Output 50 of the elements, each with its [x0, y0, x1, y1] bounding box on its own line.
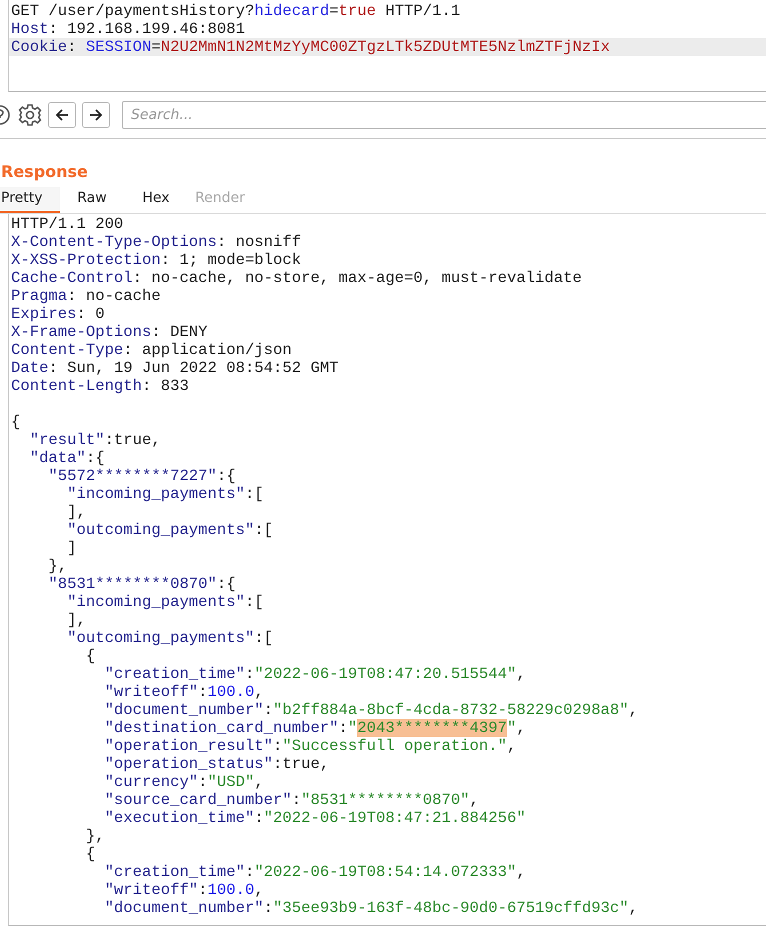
code-line: "creation_time":"2022-06-19T08:54:14.072333",	[104, 863, 527, 881]
code-line: "source_card_number":"8531********0870",	[104, 791, 480, 809]
search-field[interactable]: Search...	[122, 101, 766, 129]
code-line: "document_number":"b2ff884a-8bcf-4cda-8732-58229c0298a8",	[104, 701, 639, 719]
code-line: "8531********0870":{	[47, 575, 237, 593]
code-line: "incoming_payments":[	[66, 593, 265, 611]
code-line: "operation_result":"Successfull operation.",	[104, 737, 518, 755]
code-line: "writeoff":100.0,	[104, 881, 265, 899]
code-line: "document_number":"35ee93b9-163f-48bc-90d0-67519cffd93c",	[104, 899, 639, 917]
code-line: {	[10, 413, 22, 431]
code-line: Content-Type: application/json	[10, 341, 293, 359]
code-line: "incoming_payments":[	[66, 485, 265, 503]
view-tab[interactable]: Raw	[60, 187, 124, 213]
code-line: "destination_card_number":"2043********4397",	[104, 719, 527, 737]
code-line: Pragma: no-cache	[10, 287, 162, 305]
code-line: "currency":"USD",	[104, 773, 265, 791]
right-arrow-icon	[89, 108, 103, 122]
settings-icon[interactable]	[18, 103, 42, 127]
code-line: Host: 192.168.199.46:8081	[10, 20, 246, 38]
code-line: "data":{	[28, 449, 106, 467]
code-line: ],	[66, 503, 87, 521]
code-line: Cache-Control: no-cache, no-store, max-age=0, must-revalidate	[10, 269, 583, 287]
code-line: "writeoff":100.0,	[104, 683, 265, 701]
code-line: {	[84, 647, 96, 665]
code-line: "creation_time":"2022-06-19T08:47:20.515544",	[104, 665, 527, 683]
code-line: "result":true,	[28, 431, 162, 449]
back-button[interactable]	[48, 102, 76, 128]
code-line: "5572********7227":{	[47, 467, 237, 485]
code-line: X-Frame-Options: DENY	[10, 323, 209, 341]
code-line: Date: Sun, 19 Jun 2022 08:54:52 GMT	[10, 359, 340, 377]
code-line: "execution_time":"2022-06-19T08:47:21.884256"	[104, 809, 527, 827]
code-line: ]	[66, 539, 78, 557]
code-line: X-XSS-Protection: 1; mode=block	[10, 251, 302, 269]
code-line: },	[47, 557, 68, 575]
code-line: X-Content-Type-Options: nosniff	[10, 233, 302, 251]
code-line: "outcoming_payments":[	[66, 521, 274, 539]
code-line: ],	[66, 611, 87, 629]
code-line: Content-Length: 833	[10, 377, 190, 395]
code-line: "operation_status":true,	[104, 755, 330, 773]
code-line: GET /user/paymentsHistory?hidecard=true HTTP/1.1	[10, 2, 462, 20]
response-title: Response	[1, 161, 89, 183]
code-line: },	[84, 827, 106, 845]
code-line: {	[84, 845, 96, 863]
code-line: "outcoming_payments":[	[66, 629, 274, 647]
left-arrow-icon	[55, 108, 69, 122]
view-tab[interactable]: Hex	[124, 187, 188, 213]
code-line: Expires: 0	[10, 305, 106, 323]
view-tab[interactable]: Pretty	[0, 187, 60, 213]
forward-button[interactable]	[82, 102, 110, 128]
code-line: HTTP/1.1 200	[10, 215, 124, 233]
